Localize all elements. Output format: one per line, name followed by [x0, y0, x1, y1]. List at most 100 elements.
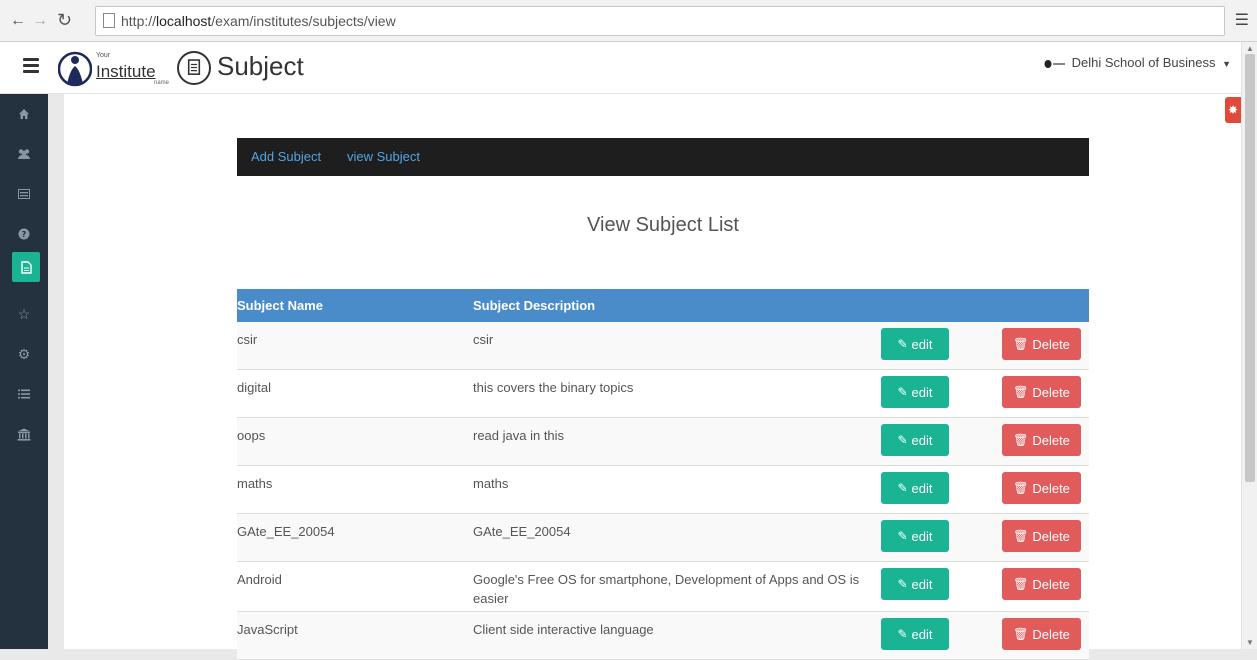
sidebar-item-institution[interactable] [0, 414, 48, 454]
subject-description: this covers the binary topics [473, 380, 634, 395]
file-text-icon [177, 51, 211, 85]
table-row: Android Google's Free OS for smartphone,… [237, 562, 1089, 612]
org-name: Delhi School of Business [1071, 55, 1216, 70]
edit-button[interactable]: ✎ edit [881, 328, 949, 360]
delete-button[interactable]: 🗑 Delete [1002, 328, 1081, 360]
vertical-scrollbar[interactable]: ▲ ▼ [1241, 42, 1257, 649]
hamburger-menu-icon[interactable] [23, 58, 39, 73]
table-row: maths maths ✎ edit 🗑 Delete [237, 466, 1089, 514]
edit-icon: ✎ [897, 385, 908, 399]
delete-button[interactable]: 🗑 Delete [1002, 472, 1081, 504]
subject-description: csir [473, 332, 494, 347]
edit-button[interactable]: ✎ edit [881, 376, 949, 408]
subject-subnav: Add Subject view Subject [237, 138, 1089, 176]
trash-icon: 🗑 [1013, 337, 1029, 351]
bug-report-icon[interactable]: ✸ [1225, 97, 1241, 123]
institute-logo-text: Your Institute name [96, 52, 170, 86]
sidebar-item-questions[interactable]: ? [0, 214, 48, 254]
scrollbar-thumb[interactable] [1245, 54, 1255, 482]
subject-description: GAte_EE_20054 [473, 524, 571, 539]
trash-icon: 🗑 [1013, 385, 1029, 399]
delete-button[interactable]: 🗑 Delete [1002, 568, 1081, 600]
subject-name: GAte_EE_20054 [237, 524, 335, 539]
caret-down-icon: ▼ [1222, 59, 1231, 69]
edit-icon: ✎ [897, 577, 908, 591]
list-alt-icon [18, 189, 30, 199]
edit-icon: ✎ [897, 627, 908, 641]
list-icon [18, 389, 30, 399]
subject-name: csir [237, 332, 258, 347]
edit-button[interactable]: ✎ edit [881, 618, 949, 650]
address-bar[interactable]: http://localhost/exam/institutes/subject… [95, 6, 1225, 36]
subject-name: JavaScript [237, 622, 298, 637]
browser-toolbar: ← → ↻ http://localhost/exam/institutes/s… [0, 0, 1257, 42]
trash-icon: 🗑 [1013, 481, 1029, 495]
table-row: oops read java in this ✎ edit 🗑 Delete [237, 418, 1089, 466]
edit-button[interactable]: ✎ edit [881, 520, 949, 552]
subject-name: maths [237, 476, 273, 491]
edit-button[interactable]: ✎ edit [881, 424, 949, 456]
trash-icon: 🗑 [1013, 577, 1029, 591]
subject-description: Google's Free OS for smartphone, Develop… [473, 572, 860, 606]
scroll-down-icon[interactable]: ▼ [1246, 638, 1254, 647]
trash-icon: 🗑 [1013, 433, 1029, 447]
sidebar: ? ☆ ⚙ [0, 94, 48, 649]
org-dropdown[interactable]: Delhi School of Business ▼ [1044, 55, 1231, 70]
org-logo-icon [1044, 59, 1065, 68]
institute-logo-icon [58, 51, 92, 87]
view-subject-link[interactable]: view Subject [347, 149, 420, 164]
edit-button[interactable]: ✎ edit [881, 568, 949, 600]
users-icon [18, 149, 30, 159]
svg-text:?: ? [22, 230, 27, 239]
trash-icon: 🗑 [1013, 529, 1029, 543]
sidebar-item-home[interactable] [0, 94, 48, 134]
subject-name: digital [237, 380, 271, 395]
reload-icon[interactable]: ↻ [57, 10, 72, 31]
page-icon [103, 13, 115, 28]
column-header-description: Subject Description [473, 298, 596, 313]
forward-arrow-icon[interactable]: → [32, 12, 48, 30]
edit-icon: ✎ [897, 529, 908, 543]
star-icon: ☆ [17, 305, 31, 322]
subject-description: read java in this [473, 428, 565, 443]
sidebar-item-settings[interactable]: ⚙ [0, 334, 48, 374]
table-row: digital this covers the binary topics ✎ e… [237, 370, 1089, 418]
app-header: Your Institute name Subject Delhi School… [0, 42, 1241, 94]
trash-icon: 🗑 [1013, 627, 1029, 641]
sidebar-item-list[interactable] [0, 374, 48, 414]
edit-button[interactable]: ✎ edit [881, 472, 949, 504]
subject-name: Android [237, 572, 282, 587]
edit-icon: ✎ [897, 337, 908, 351]
delete-button[interactable]: 🗑 Delete [1002, 618, 1081, 650]
gear-icon: ⚙ [17, 345, 31, 362]
sidebar-item-list-alt[interactable] [0, 174, 48, 214]
subject-description: Client side interactive language [473, 622, 654, 637]
back-arrow-icon[interactable]: ← [10, 12, 26, 30]
list-title: View Subject List [587, 214, 739, 236]
sidebar-item-favorites[interactable]: ☆ [0, 294, 48, 334]
main-content: Add Subject view Subject View Subject Li… [64, 94, 1241, 660]
sidebar-item-subject[interactable] [12, 252, 40, 282]
institution-icon [17, 428, 31, 441]
delete-button[interactable]: 🗑 Delete [1002, 376, 1081, 408]
home-icon [19, 109, 29, 119]
scroll-up-icon[interactable]: ▲ [1246, 44, 1254, 53]
edit-icon: ✎ [897, 481, 908, 495]
delete-button[interactable]: 🗑 Delete [1002, 520, 1081, 552]
add-subject-link[interactable]: Add Subject [251, 149, 321, 164]
browser-menu-icon[interactable]: ☰ [1235, 10, 1249, 30]
page-title: Subject [217, 51, 304, 81]
table-row: GAte_EE_20054 GAte_EE_20054 ✎ edit 🗑 Delet… [237, 514, 1089, 562]
file-icon [20, 260, 32, 274]
question-icon: ? [18, 228, 30, 240]
sidebar-item-users[interactable] [0, 134, 48, 174]
subject-name: oops [237, 428, 266, 443]
table-row: JavaScript Client side interactive langu… [237, 612, 1089, 660]
edit-icon: ✎ [897, 433, 908, 447]
table-header: Subject Name Subject Description [237, 289, 1089, 322]
subject-description: maths [473, 476, 509, 491]
delete-button[interactable]: 🗑 Delete [1002, 424, 1081, 456]
column-header-name: Subject Name [237, 298, 323, 313]
table-row: csir csir ✎ edit 🗑 Delete [237, 322, 1089, 370]
url-text: http://localhost/exam/institutes/subject… [121, 13, 396, 29]
